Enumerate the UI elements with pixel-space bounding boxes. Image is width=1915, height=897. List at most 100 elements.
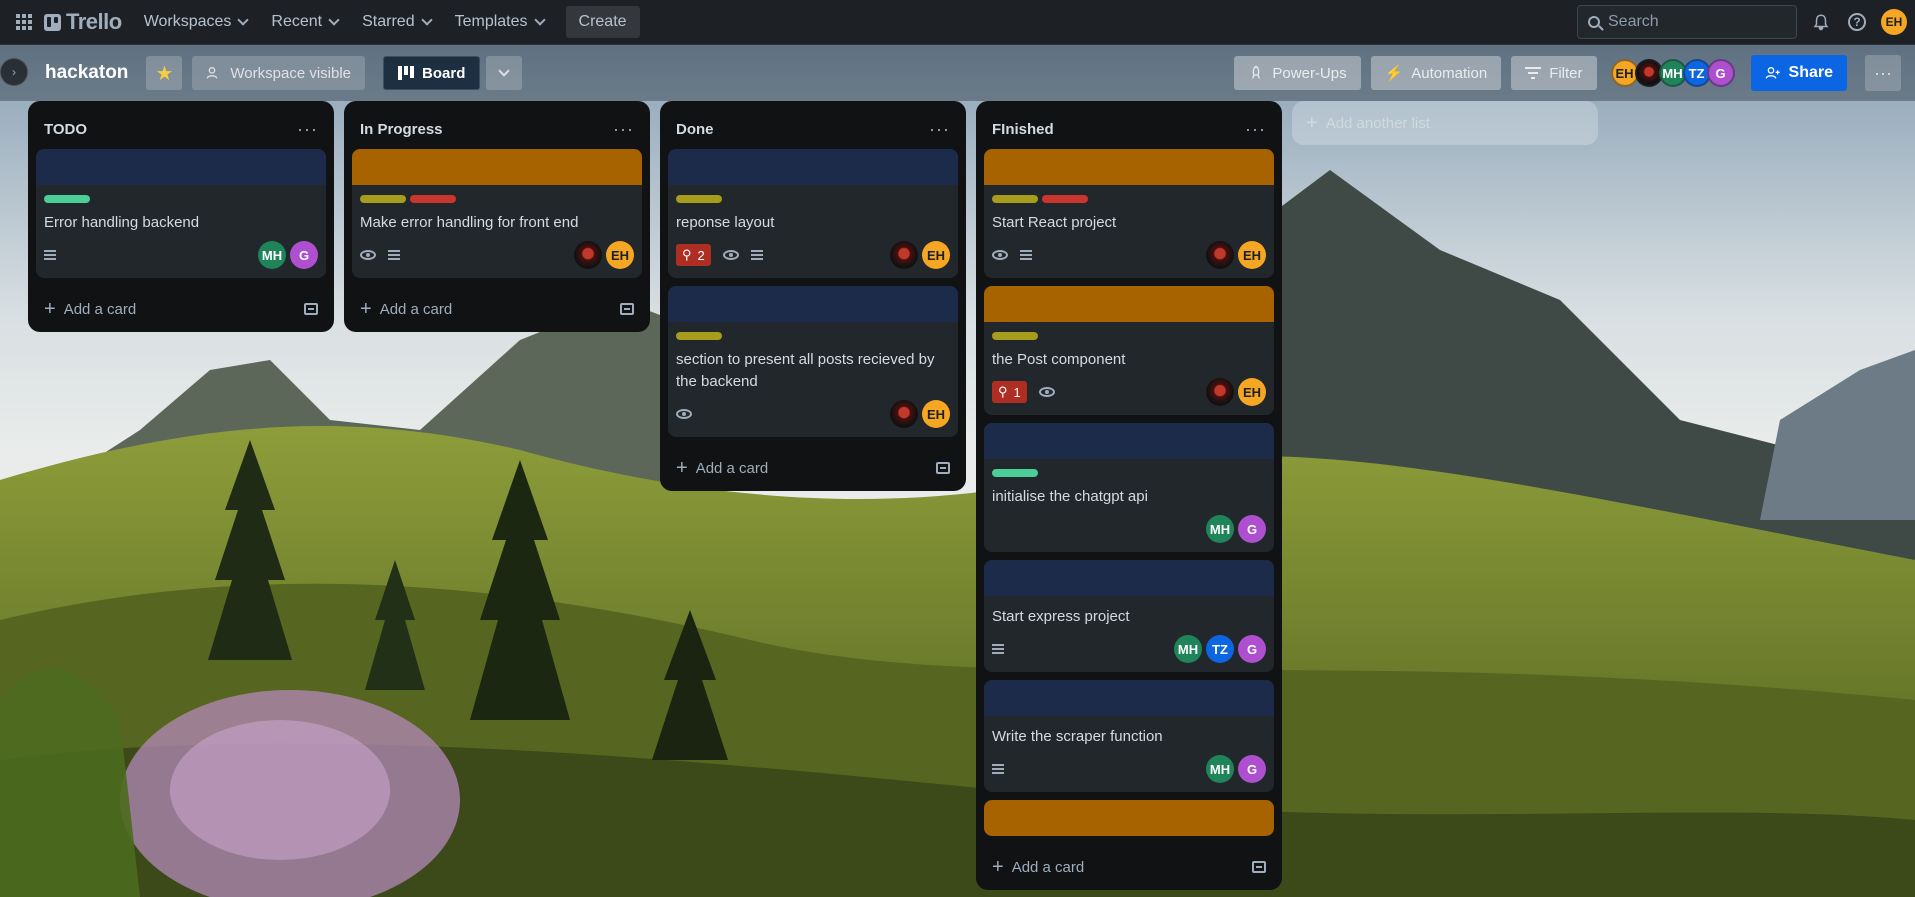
card-label[interactable] [992, 195, 1038, 203]
list-title[interactable]: TODO [44, 121, 87, 138]
watching-icon [676, 409, 692, 419]
top-nav: Trello Workspaces Recent Starred Templat… [0, 0, 1915, 45]
nav-templates[interactable]: Templates [443, 6, 556, 38]
member-avatar[interactable]: MH [1206, 515, 1234, 543]
pin-icon: ⚲ [682, 247, 692, 262]
member-avatar[interactable]: MH [1174, 635, 1202, 663]
card[interactable]: the Post component ⚲ 1 EH [984, 286, 1274, 415]
card[interactable]: Error handling backend MH G [36, 149, 326, 278]
board-header: › hackaton ★ Workspace visible Board Pow… [0, 45, 1915, 101]
card-label[interactable] [992, 332, 1038, 340]
member-avatar[interactable] [890, 400, 918, 428]
nav-workspaces[interactable]: Workspaces [132, 6, 260, 38]
list-title[interactable]: In Progress [360, 121, 443, 138]
card-template-icon[interactable] [620, 303, 634, 315]
card[interactable]: Make error handling for front end EH [352, 149, 642, 278]
notifications-button[interactable] [1809, 10, 1833, 34]
filter-button[interactable]: Filter [1511, 56, 1597, 90]
member-avatar[interactable]: EH [1238, 378, 1266, 406]
visibility-button[interactable]: Workspace visible [192, 56, 366, 90]
card-badge-icons [992, 250, 1196, 260]
board-members: EH MH TZ G [1610, 59, 1735, 87]
share-button[interactable]: Share [1750, 55, 1847, 91]
board-title[interactable]: hackaton [45, 62, 128, 84]
view-switcher-button[interactable] [486, 56, 523, 90]
card-cover [36, 149, 326, 185]
card-body: Write the scraper function MH G [984, 716, 1274, 792]
list-title[interactable]: Done [676, 121, 714, 138]
card-template-icon[interactable] [304, 303, 318, 315]
member-avatar[interactable]: EH [922, 400, 950, 428]
card-cover [984, 423, 1274, 459]
sidebar-toggle-button[interactable]: › [0, 58, 28, 86]
add-list-label: Add another list [1325, 114, 1430, 132]
description-icon [1020, 250, 1032, 260]
member-avatar[interactable]: G [1238, 755, 1266, 783]
member-avatar[interactable]: MH [1206, 755, 1234, 783]
card-label[interactable] [44, 195, 90, 203]
card-members: MH G [258, 241, 318, 269]
card[interactable]: section to present all posts recieved by… [668, 286, 958, 437]
list-menu-icon[interactable]: ··· [613, 119, 634, 140]
card-label[interactable] [360, 195, 406, 203]
card[interactable] [984, 800, 1274, 836]
star-board-button[interactable]: ★ [146, 56, 183, 90]
card[interactable]: Start express project MH TZ G [984, 560, 1274, 672]
member-avatar[interactable] [1206, 241, 1234, 269]
card-label[interactable] [1042, 195, 1088, 203]
search-input[interactable]: Search [1577, 5, 1797, 39]
card-badge-icons [992, 644, 1164, 654]
checklist-badge: ⚲ 1 [992, 381, 1027, 403]
member-avatar[interactable]: G [1238, 635, 1266, 663]
card-badge-icons: ⚲ 2 [676, 244, 880, 266]
member-avatar[interactable]: EH [606, 241, 634, 269]
add-card-button[interactable]: + Add a card [44, 299, 136, 319]
list-menu-icon[interactable]: ··· [929, 119, 950, 140]
member-avatar[interactable]: MH [258, 241, 286, 269]
member-avatar[interactable]: EH [1238, 241, 1266, 269]
create-button[interactable]: Create [565, 6, 640, 38]
list-menu-icon[interactable]: ··· [1245, 119, 1266, 140]
apps-switcher-button[interactable] [8, 6, 40, 38]
member-avatar[interactable]: G [1238, 515, 1266, 543]
watching-icon [1038, 387, 1055, 397]
member-avatar[interactable]: EH [922, 241, 950, 269]
member-avatar[interactable]: G [1706, 59, 1735, 87]
card-body: Start express project MH TZ G [984, 596, 1274, 672]
member-avatar[interactable] [1206, 378, 1234, 406]
member-avatar[interactable]: G [290, 241, 318, 269]
add-list-button[interactable]: + Add another list [1292, 101, 1598, 145]
member-avatar[interactable]: TZ [1206, 635, 1234, 663]
card-body: reponse layout ⚲ 2 EH [668, 185, 958, 278]
card[interactable]: Start React project EH [984, 149, 1274, 278]
user-avatar[interactable]: EH [1881, 9, 1907, 35]
board-menu-button[interactable]: ··· [1865, 55, 1901, 91]
search-placeholder: Search [1608, 13, 1659, 30]
automation-button[interactable]: ⚡ Automation [1370, 56, 1502, 90]
add-card-label: Add a card [1011, 858, 1085, 876]
power-ups-button[interactable]: Power-Ups [1234, 56, 1361, 90]
card-label[interactable] [410, 195, 456, 203]
card[interactable]: initialise the chatgpt api MH G [984, 423, 1274, 552]
trello-logo[interactable]: Trello [44, 9, 122, 35]
add-card-button[interactable]: + Add a card [992, 857, 1084, 877]
card-label[interactable] [676, 332, 722, 340]
help-button[interactable]: ? [1845, 10, 1869, 34]
card[interactable]: reponse layout ⚲ 2 EH [668, 149, 958, 278]
card-template-icon[interactable] [1252, 861, 1266, 873]
add-card-button[interactable]: + Add a card [676, 458, 768, 478]
card-template-icon[interactable] [936, 462, 950, 474]
card-label[interactable] [676, 195, 722, 203]
card-labels [992, 332, 1266, 340]
list-title[interactable]: FInished [992, 121, 1054, 138]
member-avatar[interactable] [574, 241, 602, 269]
plus-icon: + [992, 856, 1004, 878]
member-avatar[interactable] [890, 241, 918, 269]
card[interactable]: Write the scraper function MH G [984, 680, 1274, 792]
card-label[interactable] [992, 469, 1038, 477]
list-menu-icon[interactable]: ··· [297, 119, 318, 140]
board-view-button[interactable]: Board [383, 56, 481, 90]
add-card-button[interactable]: + Add a card [360, 299, 452, 319]
nav-starred[interactable]: Starred [350, 6, 442, 38]
nav-recent[interactable]: Recent [259, 6, 350, 38]
